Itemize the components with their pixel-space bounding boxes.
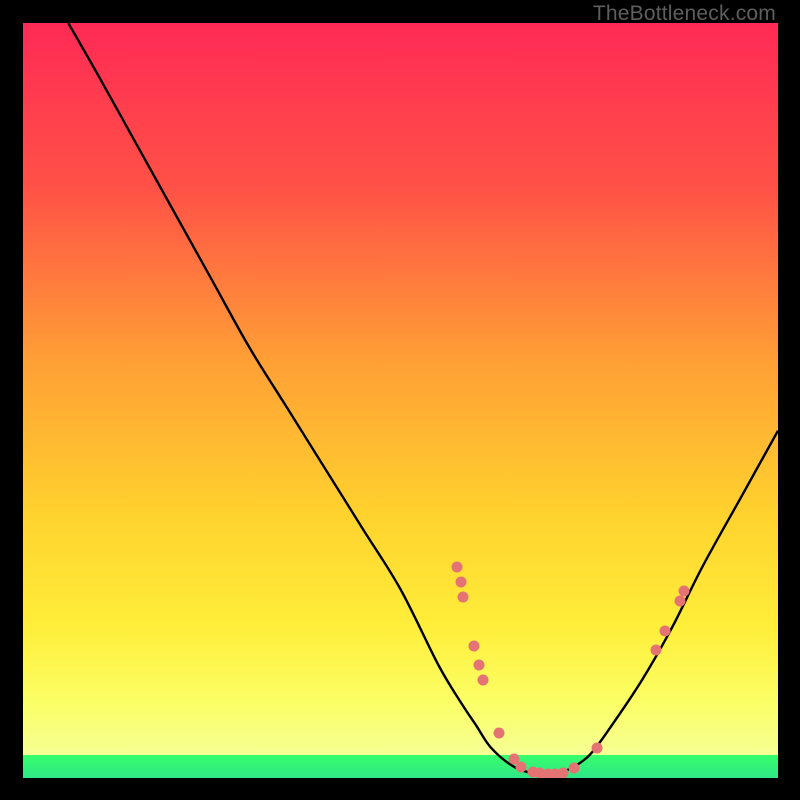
data-marker [516, 761, 527, 772]
outer-frame: TheBottleneck.com [0, 0, 800, 800]
data-marker [569, 763, 580, 774]
data-marker [591, 742, 602, 753]
data-marker [650, 644, 661, 655]
curve-svg [23, 23, 778, 778]
plot-area [23, 23, 778, 778]
data-marker [674, 595, 685, 606]
data-marker [455, 576, 466, 587]
data-marker [477, 674, 488, 685]
data-marker [557, 767, 568, 778]
bottleneck-curve [68, 23, 778, 775]
data-marker [469, 640, 480, 651]
data-marker [452, 561, 463, 572]
data-marker [474, 659, 485, 670]
data-marker [493, 727, 504, 738]
data-marker [458, 591, 469, 602]
data-marker [679, 585, 690, 596]
data-marker [659, 625, 670, 636]
